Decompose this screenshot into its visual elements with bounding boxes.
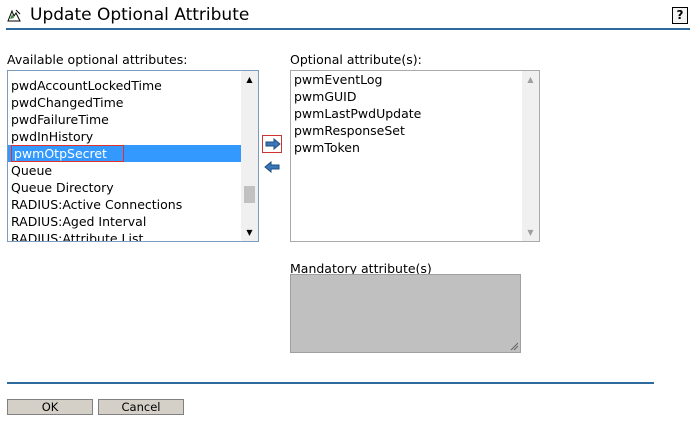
dialog-header: Update Optional Attribute ? [0, 0, 695, 30]
cancel-button[interactable]: Cancel [98, 399, 184, 415]
list-item[interactable]: pwdChangedTime [8, 94, 241, 111]
attribute-icon [7, 9, 21, 22]
list-item[interactable]: pwdFailureTime [8, 111, 241, 128]
list-item[interactable]: RADIUS:Active Connections [8, 196, 241, 213]
add-attribute-button[interactable] [262, 135, 282, 153]
header-divider [6, 28, 690, 30]
optional-attributes-items: pwmEventLog pwmGUID pwmLastPwdUpdate pwm… [291, 71, 522, 156]
list-item[interactable]: Queue Directory [8, 179, 241, 196]
list-item-selected-row[interactable]: pwmOtpSecret [8, 145, 241, 162]
available-attributes-items: pwdAccountLockedTime pwdChangedTime pwdF… [8, 71, 241, 241]
list-item[interactable]: pwmEventLog [291, 71, 522, 88]
arrow-left-icon [264, 161, 280, 173]
list-item[interactable]: pwmToken [291, 139, 522, 156]
list-item[interactable]: pwmGUID [291, 88, 522, 105]
page-title: Update Optional Attribute [30, 5, 250, 25]
scrollbar-thumb[interactable] [244, 186, 255, 203]
arrow-right-icon [265, 138, 281, 150]
scroll-down-icon[interactable]: ▼ [522, 224, 539, 241]
list-item[interactable]: Queue [8, 162, 241, 179]
mandatory-attributes-box [290, 274, 521, 353]
remove-attribute-button[interactable] [262, 159, 282, 177]
optional-attributes-list[interactable]: pwmEventLog pwmGUID pwmLastPwdUpdate pwm… [290, 70, 540, 242]
resize-grip-icon[interactable] [510, 342, 518, 350]
scroll-up-icon[interactable]: ▲ [522, 71, 539, 88]
list-item[interactable]: pwmResponseSet [291, 122, 522, 139]
list-item[interactable]: pwdAccountLockedTime [8, 77, 241, 94]
scroll-up-icon[interactable]: ▲ [241, 71, 258, 88]
list-item[interactable]: RADIUS:Aged Interval [8, 213, 241, 230]
scroll-down-icon[interactable]: ▼ [241, 224, 258, 241]
list-item[interactable]: RADIUS:Attribute List [8, 230, 241, 241]
help-button[interactable]: ? [672, 7, 688, 24]
ok-button[interactable]: OK [7, 399, 93, 415]
optional-list-scrollbar[interactable]: ▲ ▼ [522, 71, 539, 241]
available-list-scrollbar[interactable]: ▲ ▼ [241, 71, 258, 241]
available-attributes-label: Available optional attributes: [7, 52, 188, 67]
list-item[interactable]: pwmLastPwdUpdate [291, 105, 522, 122]
list-item-selected[interactable]: pwmOtpSecret [11, 145, 124, 162]
list-item[interactable]: pwdInHistory [8, 128, 241, 145]
available-attributes-list[interactable]: pwdAccountLockedTime pwdChangedTime pwdF… [7, 70, 259, 242]
footer-divider [7, 382, 654, 384]
optional-attributes-label: Optional attribute(s): [290, 52, 422, 67]
